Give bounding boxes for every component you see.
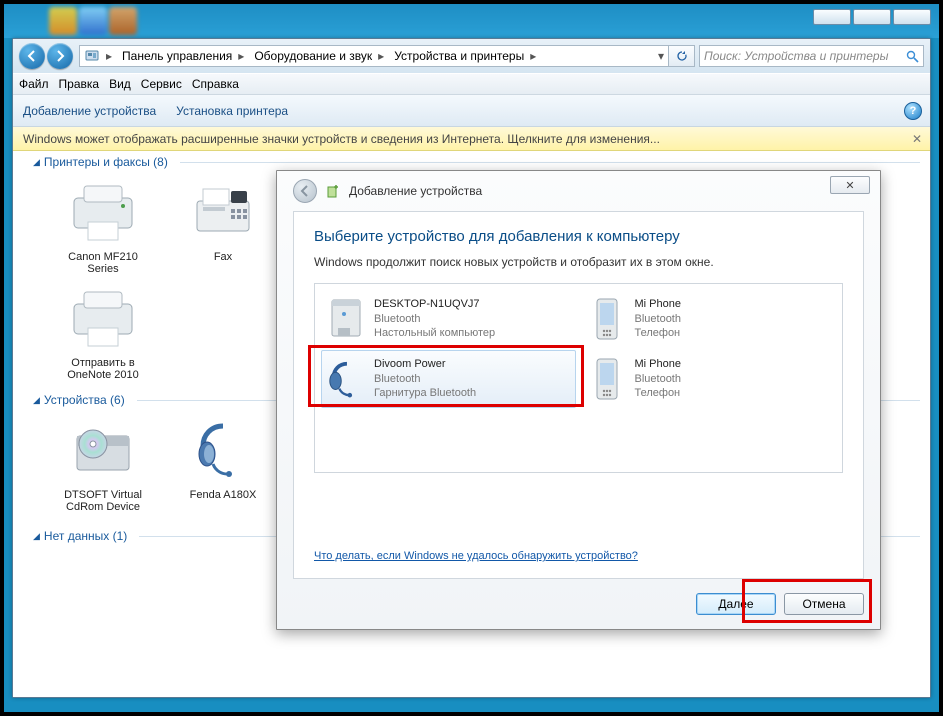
device-list: DESKTOP-N1UQVJ7 Bluetooth Настольный ком… — [314, 283, 843, 473]
dialog-title: Добавление устройства — [349, 184, 482, 198]
collapse-icon: ◢ — [33, 157, 40, 168]
breadcrumb-bar[interactable]: ▸ Панель управления ▸ Оборудование и зву… — [79, 45, 669, 67]
device-type: Bluetooth — [635, 312, 681, 327]
device-sub: Настольный компьютер — [374, 326, 495, 341]
chevron-down-icon[interactable]: ▾ — [654, 49, 668, 63]
section-nodata-title: Нет данных (1) — [44, 529, 127, 543]
menu-file[interactable]: Файл — [19, 77, 49, 91]
dialog-subtext: Windows продолжит поиск новых устройств … — [314, 255, 843, 269]
device-sub: Телефон — [635, 326, 681, 341]
info-bar-close[interactable]: ✕ — [912, 132, 922, 146]
device-divoom[interactable]: Divoom Power Bluetooth Гарнитура Bluetoo… — [321, 350, 576, 408]
device-onenote[interactable]: Отправить в OneNote 2010 — [53, 283, 153, 381]
menu-view[interactable]: Вид — [109, 77, 131, 91]
device-dtsoft[interactable]: DTSOFT Virtual CdRom Device — [53, 415, 153, 513]
collapse-icon: ◢ — [33, 395, 40, 406]
device-label: Canon MF210 Series — [53, 251, 153, 275]
maximize-button[interactable] — [853, 9, 891, 25]
device-name: DESKTOP-N1UQVJ7 — [374, 297, 495, 312]
cmd-add-device[interactable]: Добавление устройства — [23, 104, 156, 118]
device-fax[interactable]: Fax — [173, 177, 273, 275]
close-button[interactable] — [893, 9, 931, 25]
menu-help[interactable]: Справка — [192, 77, 239, 91]
info-bar-text: Windows может отображать расширенные зна… — [23, 132, 660, 146]
chevron-right-icon[interactable]: ▸ — [234, 49, 248, 63]
device-sub: Гарнитура Bluetooth — [374, 386, 476, 401]
device-name: Divoom Power — [374, 357, 476, 372]
device-add-icon — [325, 183, 341, 199]
headset-icon — [188, 415, 258, 485]
section-devices-title: Устройства (6) — [44, 393, 125, 407]
device-miphone-1[interactable]: Mi Phone Bluetooth Телефон — [582, 290, 837, 348]
device-name: Mi Phone — [635, 297, 681, 312]
device-canon[interactable]: Canon MF210 Series — [53, 177, 153, 275]
menu-edit[interactable]: Правка — [59, 77, 100, 91]
fax-icon — [188, 177, 258, 247]
nav-forward-button[interactable] — [47, 43, 73, 69]
cmd-add-printer[interactable]: Установка принтера — [176, 104, 288, 118]
window-controls[interactable] — [813, 9, 931, 25]
minimize-button[interactable] — [813, 9, 851, 25]
crumb-hardware-sound[interactable]: Оборудование и звук — [248, 46, 374, 66]
search-placeholder: Поиск: Устройства и принтеры — [704, 49, 888, 63]
phone-icon — [587, 357, 627, 401]
printer-icon — [68, 177, 138, 247]
device-label: Отправить в OneNote 2010 — [53, 357, 153, 381]
device-name: Mi Phone — [635, 357, 681, 372]
crumb-control-panel[interactable]: Панель управления — [116, 46, 234, 66]
info-bar[interactable]: Windows может отображать расширенные зна… — [13, 127, 930, 151]
device-label: Fenda A180X — [173, 489, 273, 501]
dialog-back-button[interactable] — [293, 179, 317, 203]
help-button[interactable]: ? — [904, 102, 922, 120]
breadcrumb-icon[interactable] — [80, 46, 102, 66]
dialog-close-button[interactable]: ✕ — [830, 176, 870, 194]
device-label: DTSOFT Virtual CdRom Device — [53, 489, 153, 513]
device-sub: Телефон — [635, 386, 681, 401]
chevron-right-icon[interactable]: ▸ — [374, 49, 388, 63]
phone-icon — [587, 297, 627, 341]
address-bar-row: ▸ Панель управления ▸ Оборудование и зву… — [13, 39, 930, 73]
nav-back-button[interactable] — [19, 43, 45, 69]
printer-icon — [68, 283, 138, 353]
next-button[interactable]: Далее — [696, 593, 776, 615]
menu-bar: Файл Правка Вид Сервис Справка — [13, 73, 930, 95]
headset-icon — [326, 357, 366, 401]
chevron-right-icon[interactable]: ▸ — [102, 49, 116, 63]
background-icons — [49, 7, 137, 35]
desktop-taskbar-backdrop — [4, 4, 939, 38]
computer-icon — [326, 297, 366, 341]
add-device-dialog: ✕ Добавление устройства Выберите устройс… — [276, 170, 881, 630]
search-input[interactable]: Поиск: Устройства и принтеры — [699, 45, 924, 67]
refresh-button[interactable] — [669, 45, 695, 67]
device-type: Bluetooth — [635, 372, 681, 387]
command-bar: Добавление устройства Установка принтера… — [13, 95, 930, 127]
cancel-button[interactable]: Отмена — [784, 593, 864, 615]
menu-tools[interactable]: Сервис — [141, 77, 182, 91]
collapse-icon: ◢ — [33, 531, 40, 542]
crumb-devices-printers[interactable]: Устройства и принтеры — [388, 46, 526, 66]
section-printers-title: Принтеры и факсы (8) — [44, 155, 168, 169]
help-link[interactable]: Что делать, если Windows не удалось обна… — [314, 550, 843, 562]
device-desktop[interactable]: DESKTOP-N1UQVJ7 Bluetooth Настольный ком… — [321, 290, 576, 348]
device-label: Fax — [173, 251, 273, 263]
dialog-heading: Выберите устройство для добавления к ком… — [314, 228, 843, 245]
chevron-right-icon[interactable]: ▸ — [526, 49, 540, 63]
cdrom-icon — [68, 415, 138, 485]
device-type: Bluetooth — [374, 372, 476, 387]
search-icon — [906, 50, 919, 63]
device-fenda[interactable]: Fenda A180X — [173, 415, 273, 513]
device-type: Bluetooth — [374, 312, 495, 327]
device-miphone-2[interactable]: Mi Phone Bluetooth Телефон — [582, 350, 837, 408]
